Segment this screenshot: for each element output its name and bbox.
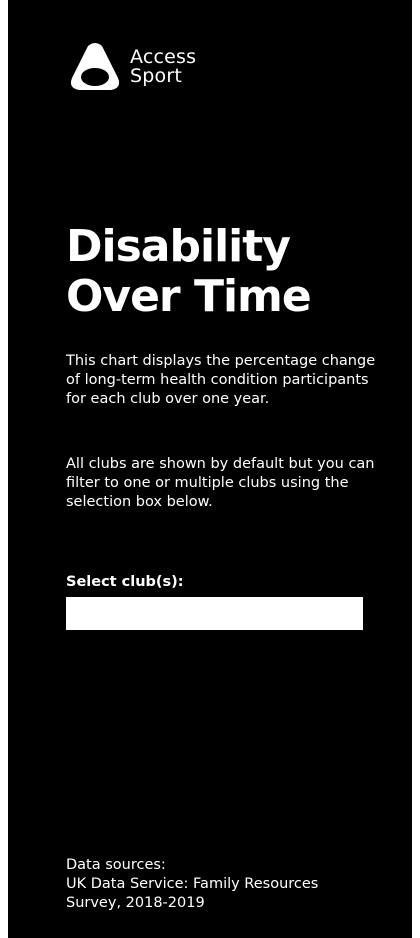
page-title-line-1: Disability (66, 221, 291, 272)
data-sources-heading: Data sources: (66, 857, 166, 873)
data-sources-line-1: UK Data Service: Family Resources (66, 876, 319, 892)
page-title: Disability Over Time (66, 221, 312, 322)
page-title-line-2: Over Time (66, 271, 312, 322)
access-sport-logo: Access Sport (68, 40, 196, 94)
access-sport-logo-icon (70, 43, 120, 90)
club-select-label: Select club(s): (66, 574, 184, 590)
logo-line-2: Sport (130, 65, 183, 87)
sidebar-panel: Access Sport Disability Over Time This c… (8, 0, 412, 938)
description-paragraph-1: This chart displays the percentage chang… (66, 353, 376, 407)
logo-wordmark: Access Sport (130, 48, 196, 86)
description-paragraph-2: All clubs are shown by default but you c… (66, 456, 375, 510)
data-sources-line-2: Survey, 2018-2019 (66, 895, 205, 911)
club-select-input[interactable] (66, 597, 363, 630)
data-sources: Data sources: UK Data Service: Family Re… (66, 856, 318, 913)
